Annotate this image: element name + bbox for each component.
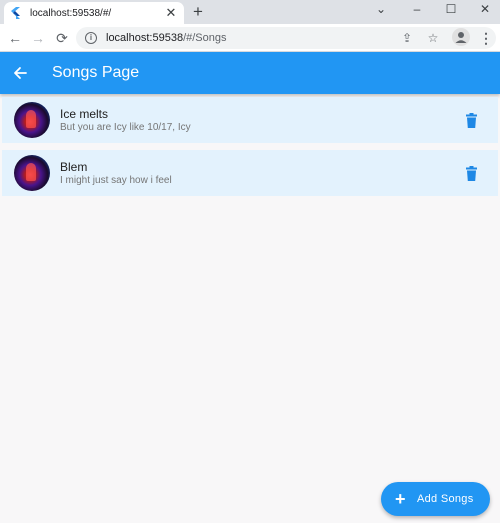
add-songs-label: Add Songs [417,493,474,505]
site-info-icon[interactable]: i [85,32,97,44]
tab-close-icon[interactable]: ✕ [164,6,178,20]
browser-tab[interactable]: localhost:59538/#/ ✕ [4,2,184,24]
back-button[interactable] [0,52,40,94]
trash-icon [465,112,477,128]
arrow-back-icon [14,67,27,79]
plus-icon: + [395,489,406,509]
browser-toolbar: ← → ⟳ i localhost:59538/#/Songs ⇪ ☆ ⋮ [0,24,500,52]
delete-song-button[interactable] [464,164,478,182]
browser-tab-strip: localhost:59538/#/ ✕ + ⌄ – ☐ ✕ [0,0,500,24]
tab-title: localhost:59538/#/ [30,7,112,19]
maximize-icon[interactable]: ☐ [436,0,466,20]
app-bar: Songs Page [0,52,500,94]
song-title: Blem [60,159,88,174]
song-subtitle: But you are Icy like 10/17, Icy [60,121,191,133]
song-list-item[interactable]: Blem I might just say how i feel [2,150,498,196]
url-path: /#/Songs [183,32,227,44]
flutter-favicon-icon [10,7,22,19]
minimize-icon[interactable]: – [402,0,432,20]
reload-icon[interactable]: ⟳ [52,28,72,48]
forward-arrow-icon[interactable]: → [28,28,48,48]
song-avatar [14,102,50,138]
song-subtitle: I might just say how i feel [60,174,172,186]
share-icon[interactable]: ⇪ [398,29,416,47]
song-list-item[interactable]: Ice melts But you are Icy like 10/17, Ic… [2,97,498,143]
songs-list: Ice melts But you are Icy like 10/17, Ic… [2,97,498,203]
url-text: localhost:59538/#/Songs [106,32,226,44]
page-title: Songs Page [52,64,140,81]
back-arrow-icon[interactable]: ← [5,28,25,48]
song-avatar [14,155,50,191]
add-songs-button[interactable]: + Add Songs [381,482,490,516]
url-host: localhost:59538 [106,32,184,44]
trash-icon [465,165,477,181]
new-tab-button[interactable]: + [189,3,207,21]
browser-menu-icon[interactable]: ⋮ [478,28,494,48]
window-close-icon[interactable]: ✕ [470,0,500,20]
address-bar[interactable]: i localhost:59538/#/Songs ⇪ ☆ [76,27,496,49]
bookmark-star-icon[interactable]: ☆ [424,29,442,47]
delete-song-button[interactable] [464,111,478,129]
song-title: Ice melts [60,106,109,121]
tab-search-chevron-icon[interactable]: ⌄ [366,0,396,20]
profile-avatar-icon[interactable] [452,28,470,46]
